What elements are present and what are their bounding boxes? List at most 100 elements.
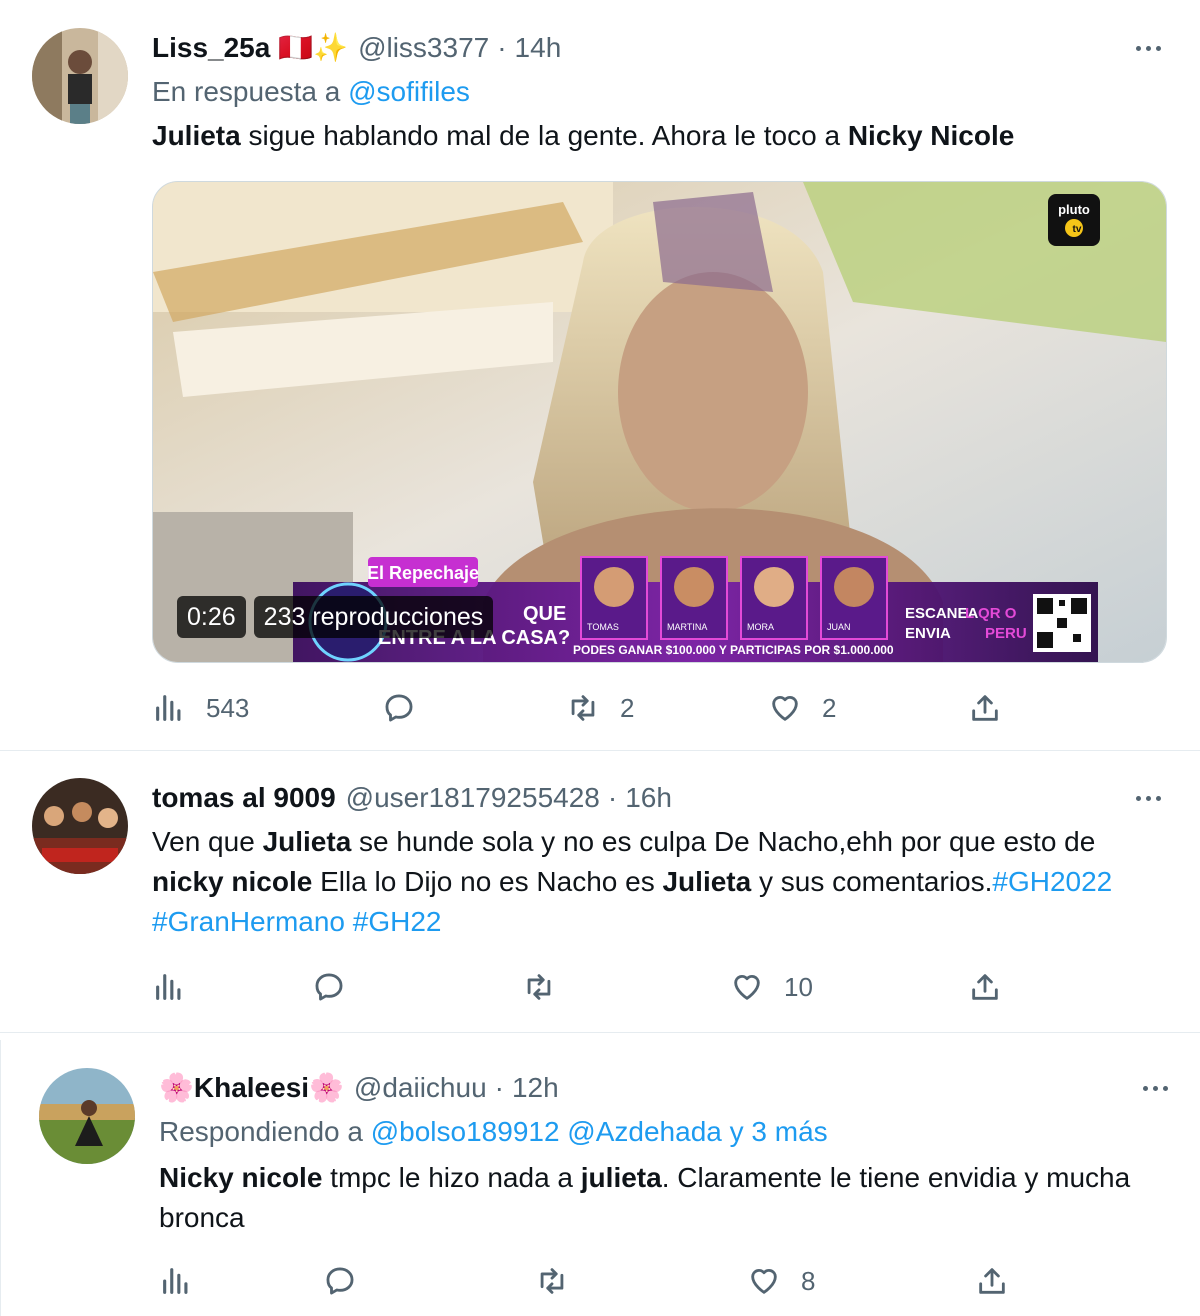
flag-sparkles-emoji: 🇵🇪✨ — [278, 32, 349, 63]
highlighted-term: Nicky Nicole — [847, 120, 1015, 151]
replying-to-label: En respuesta a — [152, 76, 341, 107]
reply-icon — [326, 1267, 354, 1295]
reply-icon — [315, 973, 343, 1001]
like-button[interactable]: 2 — [768, 683, 836, 733]
separator-dot: · — [494, 1072, 504, 1103]
retweet-count: 2 — [620, 692, 635, 723]
pluto-tv-text: tv — [1073, 224, 1082, 235]
tweet-3[interactable]: 🌸 Khaleesi 🌸 @daiichuu · 12h Respondiend… — [0, 1040, 1200, 1316]
like-icon — [734, 974, 760, 1000]
contestant-card: MORA — [740, 556, 808, 640]
timestamp[interactable]: 14h — [515, 28, 562, 68]
overlay-question-end: QUE — [523, 603, 566, 625]
highlighted-term: Julieta — [152, 120, 241, 151]
share-button[interactable] — [968, 962, 1002, 1012]
text-segment: sigue hablando mal de la gente. Ahora le… — [240, 120, 848, 151]
video-player[interactable]: pluto tv El Repechaje QUE ENTRE A LA CAS… — [152, 181, 1167, 663]
reply-button[interactable] — [382, 683, 416, 733]
like-count: 8 — [801, 1265, 816, 1296]
replying-to: Respondiendo a @bolso189912 @Azdehada y … — [159, 1112, 828, 1152]
user-handle[interactable]: @user18179255428 — [346, 778, 600, 818]
retweet-button[interactable]: 2 — [566, 683, 634, 733]
tweet-actions: 8 — [159, 1256, 1059, 1306]
display-name[interactable]: Khaleesi — [194, 1068, 309, 1108]
share-icon — [972, 695, 998, 721]
like-count: 2 — [822, 692, 837, 723]
tweet-header: tomas al 9009 @user18179255428 · 16h — [152, 778, 672, 818]
share-icon — [979, 1268, 1005, 1294]
share-icon — [972, 974, 998, 1000]
tweet-actions: 10 — [152, 962, 1052, 1012]
retweet-icon — [527, 974, 551, 1000]
display-name[interactable]: tomas al 9009 — [152, 778, 336, 818]
replying-to-label: Respondiendo a — [159, 1116, 363, 1147]
tweet-header: 🌸 Khaleesi 🌸 @daiichuu · 12h — [159, 1068, 559, 1108]
like-button[interactable]: 10 — [730, 962, 813, 1012]
like-button[interactable]: 8 — [747, 1256, 815, 1306]
reply-mention-link[interactable]: @bolso189912 @Azdehada y 3 más — [371, 1116, 828, 1147]
contestant-name: MORA — [747, 622, 774, 632]
contestant-card: JUAN — [820, 556, 888, 640]
flower-emoji-right: 🌸 — [309, 1072, 344, 1103]
analytics-icon — [163, 1268, 188, 1294]
contestant-card: MARTINA — [660, 556, 728, 640]
analytics-icon — [156, 974, 181, 1000]
user-handle[interactable]: @liss3377 — [358, 28, 489, 68]
highlighted-term: nicky nicole — [152, 866, 313, 897]
separator-dot: · — [497, 32, 507, 63]
user-handle[interactable]: @daiichuu — [354, 1068, 487, 1108]
contestant-name: MARTINA — [667, 622, 707, 632]
tweet-2[interactable]: tomas al 9009 @user18179255428 · 16h Ven… — [0, 752, 1200, 1033]
retweet-button[interactable] — [522, 962, 556, 1012]
overlay-badge: El Repechaje — [367, 563, 479, 583]
more-icon[interactable] — [1128, 28, 1168, 68]
overlay-scan-2b: PERU — [985, 625, 1027, 642]
tweet-header: Liss_25a 🇵🇪✨ @liss3377 · 14h — [152, 28, 561, 68]
analytics-icon — [156, 695, 181, 721]
analytics-button[interactable]: 543 — [152, 683, 249, 733]
contestant-name: JUAN — [827, 622, 851, 632]
retweet-icon — [571, 695, 595, 721]
overlay-scan-2: ENVIA — [905, 625, 951, 642]
text-segment: y sus comentarios. — [751, 866, 993, 897]
tweet-actions: 543 2 2 — [152, 683, 1052, 733]
video-info: 0:26 233 reproducciones — [177, 596, 494, 638]
avatar[interactable] — [32, 778, 128, 874]
reply-mention-link[interactable]: @sofifiles — [348, 76, 470, 107]
like-icon — [751, 1268, 777, 1294]
replying-to: En respuesta a @sofifiles — [152, 72, 470, 112]
retweet-button[interactable] — [535, 1256, 569, 1306]
retweet-icon — [540, 1268, 564, 1294]
analytics-button[interactable] — [159, 1256, 193, 1306]
more-icon[interactable] — [1135, 1068, 1175, 1108]
video-views: 233 reproducciones — [253, 596, 494, 638]
text-segment: tmpc le hizo nada a — [322, 1162, 581, 1193]
flower-emoji-left: 🌸 — [159, 1072, 194, 1103]
more-icon[interactable] — [1128, 778, 1168, 818]
separator-dot: · — [607, 782, 618, 813]
display-name[interactable]: Liss_25a — [152, 28, 270, 68]
avatar[interactable] — [32, 28, 128, 124]
tweet-1[interactable]: Liss_25a 🇵🇪✨ @liss3377 · 14h En respuest… — [0, 0, 1200, 751]
text-segment: Ella lo Dijo no es Nacho es — [312, 866, 663, 897]
text-segment: Ven que — [152, 826, 263, 857]
tweet-text: Nicky nicole tmpc le hizo nada a julieta… — [159, 1158, 1139, 1238]
overlay-scan-1b: L QR O — [965, 605, 1017, 622]
timestamp[interactable]: 12h — [512, 1068, 559, 1108]
reply-button[interactable] — [312, 962, 346, 1012]
highlighted-term: Nicky nicole — [159, 1162, 323, 1193]
share-button[interactable] — [975, 1256, 1009, 1306]
contestant-name: TOMAS — [587, 622, 619, 632]
highlighted-term: Julieta — [662, 866, 752, 897]
views-count: 543 — [206, 692, 250, 723]
like-count: 10 — [784, 971, 813, 1002]
share-button[interactable] — [968, 683, 1002, 733]
text-segment: se hunde sola y no es culpa De Nacho,ehh… — [351, 826, 1096, 857]
like-icon — [772, 695, 798, 721]
reply-button[interactable] — [323, 1256, 357, 1306]
analytics-button[interactable] — [152, 962, 186, 1012]
video-duration: 0:26 — [177, 596, 246, 638]
highlighted-term: Julieta — [262, 826, 352, 857]
avatar[interactable] — [39, 1068, 135, 1164]
timestamp[interactable]: 16h — [625, 778, 672, 818]
